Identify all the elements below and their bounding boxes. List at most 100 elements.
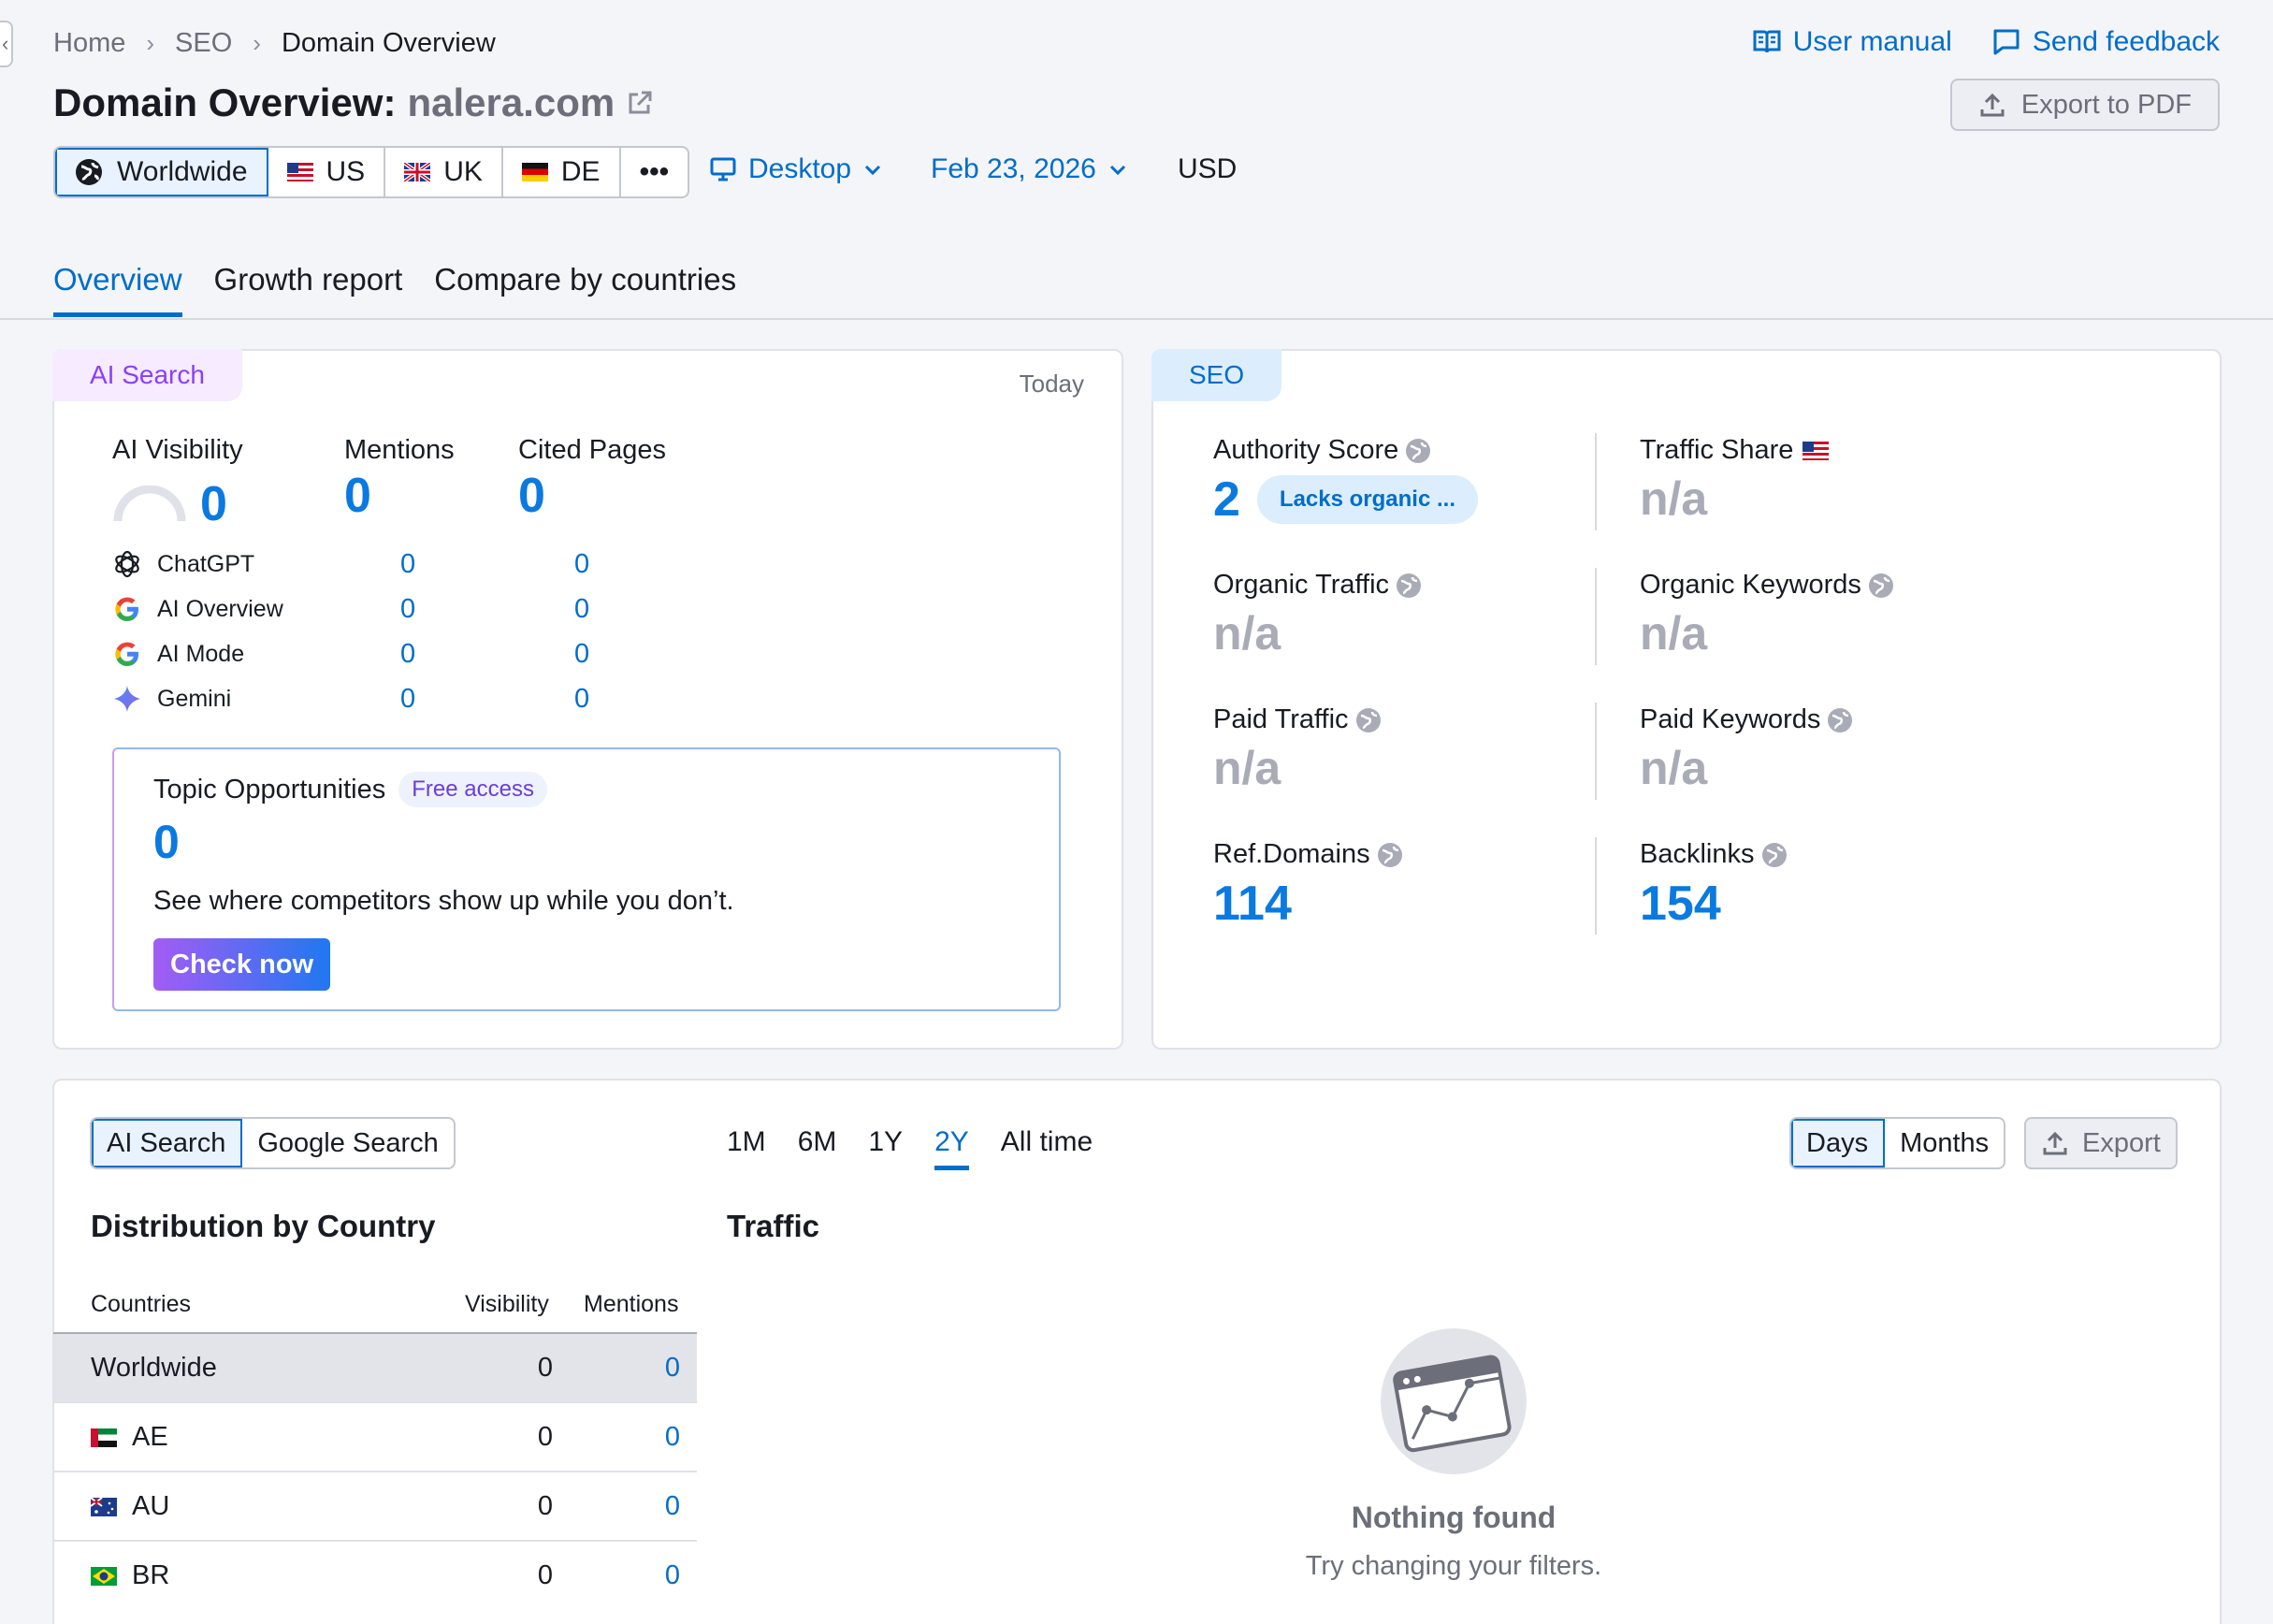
period-all-time[interactable]: All time (1001, 1126, 1093, 1170)
globe-info-icon (1761, 843, 1787, 868)
chevron-right-icon: › (253, 29, 261, 57)
globe-info-icon (1828, 708, 1853, 733)
topic-value: 0 (153, 816, 180, 868)
model-row-ai-mode: AI Mode 0 0 (112, 639, 589, 669)
region-uk[interactable]: UK (385, 148, 503, 196)
region-us[interactable]: US (268, 148, 386, 196)
table-row[interactable]: AU 0 0 (53, 1471, 697, 1540)
upload-icon (1980, 93, 2005, 117)
de-flag-icon (521, 163, 548, 181)
divider (1595, 568, 1597, 665)
breadcrumb-home[interactable]: Home (53, 28, 125, 59)
google-icon (115, 597, 138, 621)
date-dropdown[interactable]: Feb 23, 2026 (931, 153, 1128, 185)
send-feedback-link[interactable]: Send feedback (1991, 26, 2220, 58)
ref-domains-metric: Ref.Domains 114 (1213, 839, 1404, 932)
globe-info-icon (1355, 708, 1381, 733)
chevron-left-icon: ‹ (2, 32, 9, 55)
period-label: Today (1019, 370, 1084, 398)
cited-pages-metric: Cited Pages 0 (518, 435, 666, 523)
table-row[interactable]: AE 0 0 (53, 1401, 697, 1471)
model-row-chatgpt: ChatGPT 0 0 (112, 549, 589, 579)
more-regions-button[interactable]: ••• (621, 148, 688, 196)
external-link-icon[interactable] (626, 89, 654, 117)
google-icon (115, 642, 138, 666)
divider (1595, 837, 1597, 935)
topic-title: Topic Opportunities (153, 774, 386, 805)
source-google-search[interactable]: Google Search (242, 1119, 453, 1167)
globe-info-icon (1868, 573, 1893, 599)
paid-traffic-metric: Paid Traffic n/a (1213, 704, 1383, 795)
period-6m[interactable]: 6M (798, 1126, 837, 1170)
export-pdf-button[interactable]: Export to PDF (1949, 79, 2220, 131)
authority-status-pill[interactable]: Lacks organic ... (1256, 475, 1478, 524)
desktop-icon (710, 157, 736, 181)
period-2y[interactable]: 2Y (934, 1126, 969, 1170)
breadcrumb: Home › SEO › Domain Overview (53, 28, 496, 59)
source-ai-search[interactable]: AI Search (92, 1119, 243, 1167)
tab-compare-by-countries[interactable]: Compare by countries (434, 262, 736, 317)
ae-flag-icon (91, 1428, 117, 1447)
divider (1595, 703, 1597, 800)
tab-overview[interactable]: Overview (53, 262, 182, 317)
topic-description: See where competitors show up while you … (153, 886, 734, 916)
topic-opportunities-box: Topic Opportunities Free access 0 See wh… (112, 747, 1061, 1011)
chevron-right-icon: › (146, 29, 155, 57)
region-selector: Worldwide US UK DE ••• (53, 146, 690, 198)
us-flag-icon (1802, 441, 1830, 460)
granularity-months[interactable]: Months (1885, 1119, 2004, 1167)
col-visibility[interactable]: Visibility (465, 1291, 549, 1318)
chevron-down-icon (865, 165, 881, 176)
user-manual-link[interactable]: User manual (1752, 26, 1952, 58)
model-row-ai-overview: AI Overview 0 0 (112, 594, 589, 624)
ai-visibility-metric: AI Visibility 0 (112, 435, 243, 531)
page-header: ‹ Home › SEO › Domain Overview User manu… (0, 0, 2273, 320)
region-worldwide[interactable]: Worldwide (55, 148, 268, 196)
table-row[interactable]: BR 0 0 (53, 1540, 697, 1609)
seo-card: SEO Authority Score 2 Lacks organic ... … (1151, 349, 2222, 1050)
more-icon: ••• (639, 156, 670, 187)
check-now-button[interactable]: Check now (153, 938, 331, 991)
openai-icon (115, 550, 139, 578)
divider (1595, 433, 1597, 530)
br-flag-icon (91, 1566, 117, 1586)
seo-badge: SEO (1151, 349, 1282, 401)
chevron-down-icon (1109, 165, 1125, 176)
col-mentions[interactable]: Mentions (584, 1291, 678, 1318)
visibility-gauge (113, 486, 186, 522)
empty-chart-illustration (1381, 1328, 1527, 1474)
uk-flag-icon (404, 163, 431, 181)
period-1m[interactable]: 1M (727, 1126, 766, 1170)
breadcrumb-current: Domain Overview (281, 28, 496, 58)
ai-search-card: AI Search Today AI Visibility 0 Mentions… (52, 349, 1123, 1050)
sidebar-collapse-handle[interactable]: ‹ (0, 21, 13, 67)
source-toggle: AI Search Google Search (90, 1117, 456, 1169)
empty-title: Nothing found (1351, 1501, 1556, 1534)
globe-info-icon (1397, 573, 1422, 599)
device-dropdown[interactable]: Desktop (709, 153, 883, 185)
breadcrumb-seo[interactable]: SEO (175, 28, 232, 59)
organic-traffic-metric: Organic Traffic n/a (1213, 570, 1423, 660)
chat-bubble-icon (1993, 29, 2020, 55)
tab-growth-report[interactable]: Growth report (214, 262, 403, 317)
col-countries[interactable]: Countries (91, 1291, 191, 1318)
mentions-metric: Mentions 0 (344, 435, 455, 523)
currency-label: USD (1178, 153, 1238, 184)
distribution-title: Distribution by Country (91, 1209, 436, 1243)
period-selector: 1M 6M 1Y 2Y All time (727, 1126, 1093, 1170)
book-icon (1753, 30, 1781, 53)
main-tabs: Overview Growth report Compare by countr… (53, 262, 736, 317)
export-button[interactable]: Export (2024, 1117, 2178, 1169)
authority-score-metric: Authority Score 2 Lacks organic ... (1213, 435, 1478, 528)
ai-search-badge: AI Search (52, 349, 242, 401)
period-1y[interactable]: 1Y (868, 1126, 903, 1170)
page-title: Domain Overview: nalera.com (53, 80, 654, 125)
backlinks-metric: Backlinks 154 (1640, 839, 1788, 932)
domain-name: nalera.com (407, 80, 615, 124)
header-links: User manual Send feedback (1752, 26, 2220, 58)
table-row[interactable]: Worldwide 0 0 (53, 1332, 697, 1401)
empty-text: Try changing your filters. (1305, 1551, 1602, 1581)
granularity-days[interactable]: Days (1791, 1119, 1886, 1167)
traffic-title: Traffic (727, 1209, 820, 1243)
region-de[interactable]: DE (503, 148, 621, 196)
